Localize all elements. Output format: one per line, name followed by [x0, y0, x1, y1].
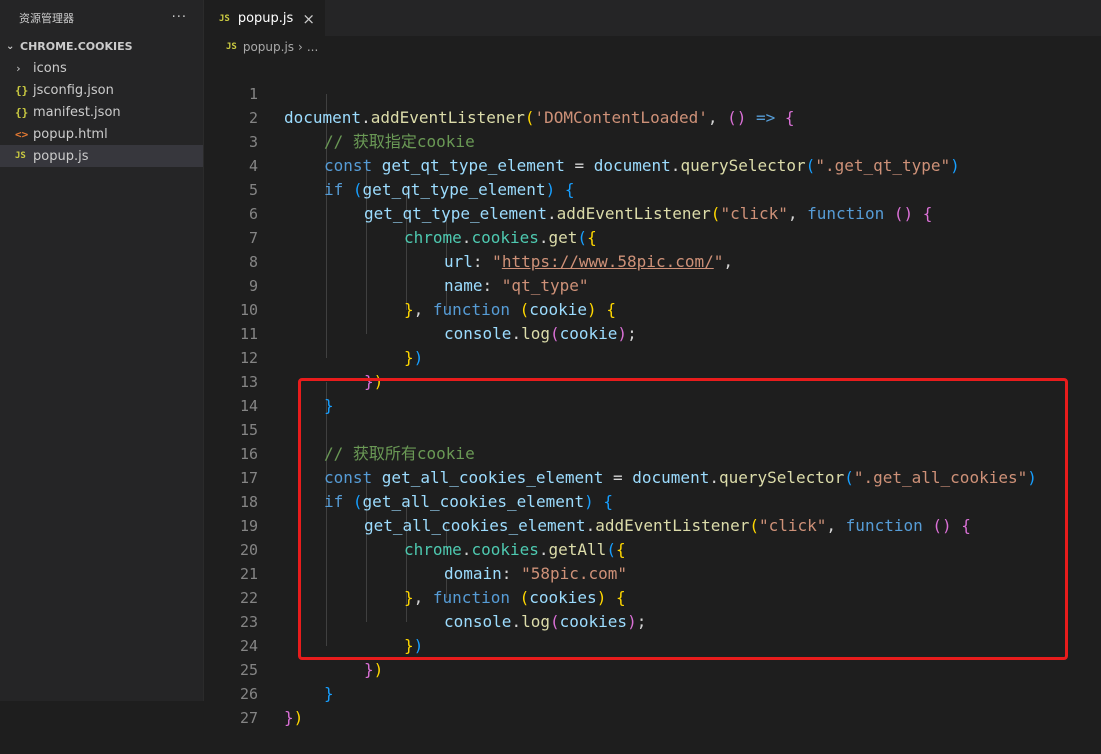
more-actions-icon[interactable]: ···: [172, 10, 187, 25]
html-file-icon: <>: [15, 127, 29, 141]
code-line: 12 }): [204, 322, 1101, 391]
line-number: 27: [239, 709, 258, 727]
folder-name: CHROME.COOKIES: [20, 39, 133, 53]
code-line: 2 // 获取指定cookie: [204, 82, 1101, 151]
js-file-icon: JS: [226, 42, 237, 52]
tab-bar: JS popup.js ×: [204, 0, 1101, 36]
tree-item-label: popup.html: [33, 126, 108, 142]
tab-label: popup.js: [237, 11, 294, 26]
tree-item-popup-html[interactable]: <> popup.html: [0, 123, 203, 145]
explorer-title: 资源管理器: [19, 11, 74, 25]
tree-item-label: popup.js: [33, 148, 89, 164]
tree-item-popup-js[interactable]: JS popup.js: [0, 145, 203, 167]
code-line: 4 if (get_qt_type_element) {: [204, 130, 1101, 199]
code-line: 3 const get_qt_type_element = document.q…: [204, 106, 1101, 175]
code-line: 27: [204, 682, 1101, 727]
tree-item-manifest[interactable]: {} manifest.json: [0, 101, 203, 123]
highlight-annotation-box: [298, 378, 1068, 660]
close-icon[interactable]: ×: [302, 10, 315, 28]
code-line: 6 chrome.cookies.get({: [204, 178, 1101, 247]
code-line: 8 name: "qt_type": [204, 226, 1101, 295]
chevron-right-icon: ›: [298, 40, 303, 54]
code-line: 9 }, function (cookie) {: [204, 250, 1101, 319]
breadcrumb-file[interactable]: popup.js: [243, 40, 294, 54]
code-line: 26 }): [204, 658, 1101, 727]
explorer-header: 资源管理器 ···: [0, 0, 203, 35]
tree-item-label: icons: [33, 60, 67, 76]
js-file-icon: JS: [219, 13, 230, 24]
tab-popup-js[interactable]: JS popup.js ×: [204, 0, 325, 36]
chevron-right-icon: ›: [15, 61, 22, 75]
tree-item-label: manifest.json: [33, 104, 121, 120]
code-line: 5 get_qt_type_element.addEventListener("…: [204, 154, 1101, 223]
code-line: 7 url: "https://www.58pic.com/",: [204, 202, 1101, 271]
json-file-icon: {}: [15, 83, 29, 97]
tree-item-label: jsconfig.json: [33, 82, 114, 98]
code-text: }): [284, 706, 303, 730]
code-line: 1 document.addEventListener('DOMContentL…: [204, 58, 1101, 127]
code-line: 13 }: [204, 346, 1101, 415]
chevron-down-icon: ⌄: [6, 40, 15, 52]
tree-item-jsconfig[interactable]: {} jsconfig.json: [0, 79, 203, 101]
code-line: 10 console.log(cookie);: [204, 274, 1101, 343]
token: }: [284, 708, 294, 727]
token: ): [293, 708, 304, 727]
code-line: 11 }): [204, 298, 1101, 367]
folder-section-header[interactable]: ⌄ CHROME.COOKIES: [0, 35, 203, 57]
breadcrumb: JS popup.js › ...: [204, 36, 1101, 58]
js-file-icon: JS: [15, 151, 26, 161]
json-file-icon: {}: [15, 105, 29, 119]
explorer-sidebar: 资源管理器 ··· ⌄ CHROME.COOKIES › icons {} js…: [0, 0, 203, 701]
breadcrumb-symbol[interactable]: ...: [307, 40, 318, 54]
tree-item-icons[interactable]: › icons: [0, 57, 203, 79]
